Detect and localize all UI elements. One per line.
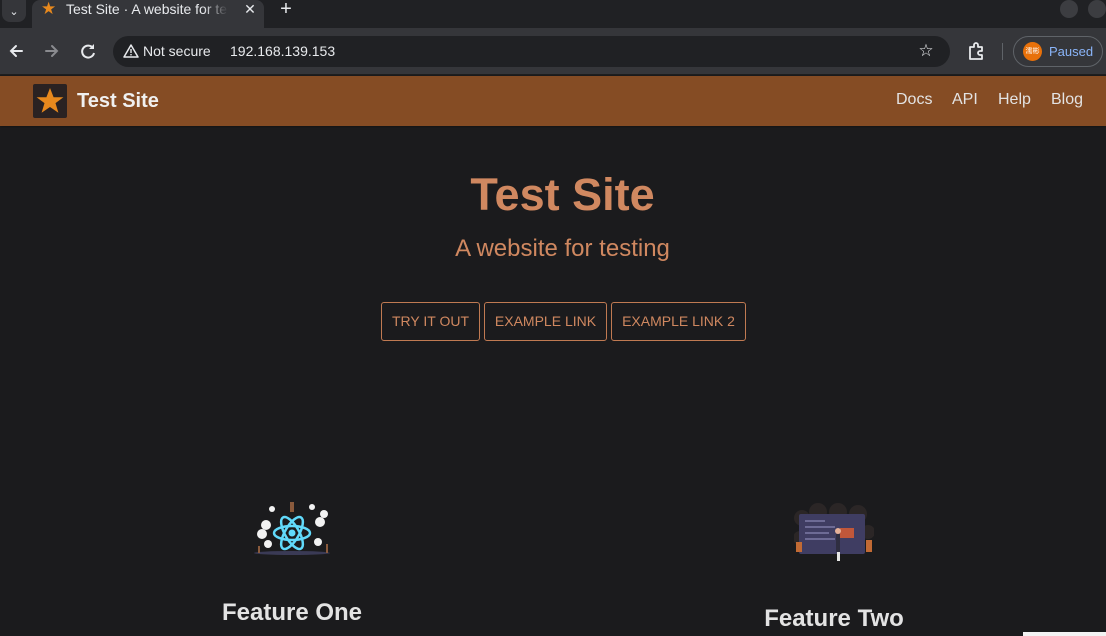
example-link-button[interactable]: EXAMPLE LINK xyxy=(484,302,607,341)
profile-status-label: Paused xyxy=(1049,44,1094,59)
hero-title: Test Site xyxy=(470,169,655,220)
extensions-puzzle-icon[interactable] xyxy=(966,40,988,62)
nav-link-api[interactable]: API xyxy=(952,90,978,110)
nav-link-docs[interactable]: Docs xyxy=(896,90,932,110)
profile-avatar: 濡彬 xyxy=(1023,42,1042,61)
bookmark-star-icon[interactable]: ☆ xyxy=(916,41,936,61)
hero-subtitle: A website for testing xyxy=(455,235,670,262)
example-link-2-button[interactable]: EXAMPLE LINK 2 xyxy=(611,302,746,341)
bottom-right-overlay xyxy=(1023,632,1106,636)
window-maximize-button[interactable] xyxy=(1088,0,1106,18)
site-brand-title[interactable]: Test Site xyxy=(77,90,159,112)
url-text[interactable]: 192.168.139.153 xyxy=(230,43,335,60)
feature-two-title: Feature Two xyxy=(764,605,904,632)
nav-link-help[interactable]: Help xyxy=(998,90,1031,110)
star-favicon-icon: ★ xyxy=(41,0,57,18)
tab-search-chevron-icon[interactable]: ⌄ xyxy=(2,0,26,22)
window-minimize-button[interactable] xyxy=(1060,0,1078,18)
new-tab-plus-icon[interactable]: + xyxy=(276,0,296,19)
browser-toolbar: Not secure 192.168.139.153 ☆ 濡彬 Paused xyxy=(0,28,1106,75)
feature-one-title: Feature One xyxy=(221,599,363,626)
nav-link-blog[interactable]: Blog xyxy=(1051,90,1083,110)
toolbar-divider xyxy=(1002,43,1003,60)
profile-button[interactable]: 濡彬 Paused xyxy=(1013,36,1103,67)
reload-icon[interactable] xyxy=(77,40,99,62)
close-tab-icon[interactable]: ✕ xyxy=(242,0,258,18)
back-arrow-icon[interactable] xyxy=(5,40,27,62)
presentation-board-illustration-icon xyxy=(794,503,874,561)
security-status-label[interactable]: Not secure xyxy=(143,43,211,60)
react-atom-illustration-icon xyxy=(254,502,330,555)
tab-title: Test Site · A website for testing xyxy=(66,1,228,17)
site-navbar: Test Site Docs API Help Blog xyxy=(0,76,1106,126)
warning-triangle-icon[interactable] xyxy=(123,43,139,59)
browser-tab-strip: ⌄ ★ Test Site · A website for testing ✕ … xyxy=(0,0,1106,28)
site-logo-star-icon[interactable] xyxy=(33,84,67,118)
try-it-out-button[interactable]: TRY IT OUT xyxy=(381,302,480,341)
browser-tab[interactable]: ★ Test Site · A website for testing ✕ xyxy=(32,0,264,28)
forward-arrow-icon[interactable] xyxy=(41,40,63,62)
address-bar[interactable]: Not secure 192.168.139.153 ☆ xyxy=(113,36,950,67)
